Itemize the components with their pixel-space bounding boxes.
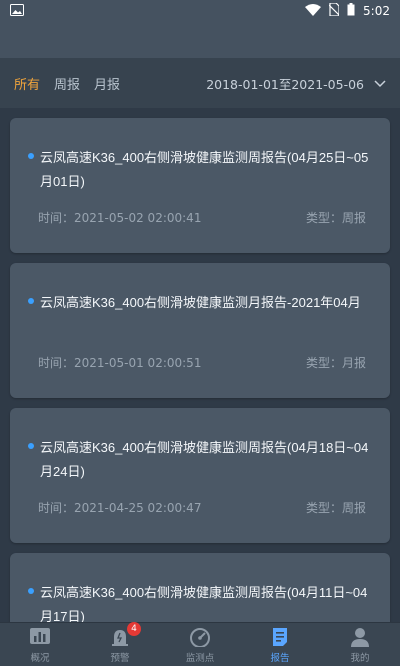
- no-sim-icon: [328, 2, 340, 19]
- bullet-dot-icon: [28, 298, 34, 304]
- report-title: 云凤高速K36_400右侧滑坡健康监测周报告(04月18日~04月24日): [40, 440, 369, 479]
- nav-item-reports[interactable]: 报告: [240, 626, 320, 664]
- alert-count-badge: 4: [127, 621, 141, 636]
- report-card[interactable]: 云凤高速K36_400右侧滑坡健康监测月报告-2021年04月 时间：2021-…: [10, 263, 390, 398]
- tab-all[interactable]: 所有: [14, 74, 40, 93]
- status-bar: 5:02: [0, 0, 400, 22]
- report-type: 类型：周报: [305, 211, 366, 225]
- report-time: 时间：2021-04-25 02:00:47: [38, 501, 202, 515]
- report-type: 类型：周报: [305, 501, 366, 515]
- nav-label: 预警: [110, 652, 130, 664]
- bullet-dot-icon: [28, 588, 34, 594]
- tab-weekly[interactable]: 周报: [54, 74, 80, 93]
- nav-label: 监测点: [185, 652, 215, 664]
- nav-label: 概况: [30, 652, 50, 664]
- report-card[interactable]: 云凤高速K36_400右侧滑坡健康监测周报告(04月18日~04月24日) 时间…: [10, 408, 390, 543]
- chevron-down-icon: [374, 76, 386, 91]
- tab-monthly[interactable]: 月报: [94, 74, 120, 93]
- nav-item-overview[interactable]: 概况: [0, 626, 80, 664]
- image-icon: [10, 3, 24, 19]
- report-title: 云凤高速K36_400右侧滑坡健康监测周报告(04月11日~04月17日): [40, 585, 368, 622]
- bullet-dot-icon: [28, 153, 34, 159]
- nav-label: 我的: [350, 652, 370, 664]
- report-icon: [269, 626, 291, 648]
- report-time: 时间：2021-05-02 02:00:41: [38, 211, 202, 225]
- report-list: 云凤高速K36_400右侧滑坡健康监测周报告(04月25日~05月01日) 时间…: [0, 108, 400, 622]
- report-card[interactable]: 云凤高速K36_400右侧滑坡健康监测周报告(04月25日~05月01日) 时间…: [10, 118, 390, 253]
- report-title: 云凤高速K36_400右侧滑坡健康监测月报告-2021年04月: [40, 295, 361, 310]
- status-time: 5:02: [363, 4, 390, 18]
- wifi-icon: [305, 3, 322, 19]
- alarm-icon: 4: [109, 621, 141, 648]
- date-range-selector[interactable]: 2018-01-01至2021-05-06: [206, 74, 386, 93]
- nav-item-alerts[interactable]: 4 预警: [80, 621, 160, 664]
- person-icon: [349, 626, 371, 648]
- report-title: 云凤高速K36_400右侧滑坡健康监测周报告(04月25日~05月01日): [40, 150, 369, 189]
- report-type: 类型：月报: [305, 356, 366, 370]
- nav-item-monitor-points[interactable]: 监测点: [160, 626, 240, 664]
- report-card[interactable]: 云凤高速K36_400右侧滑坡健康监测周报告(04月11日~04月17日): [10, 553, 390, 622]
- app-bar: [0, 22, 400, 58]
- bottom-nav: 概况 4 预警 监测点 报告 我的: [0, 621, 400, 666]
- date-range-text: 2018-01-01至2021-05-06: [206, 76, 364, 92]
- bullet-dot-icon: [28, 443, 34, 449]
- report-type-tabs: 所有 周报 月报: [14, 74, 120, 93]
- bar-chart-icon: [29, 626, 51, 648]
- report-time: 时间：2021-05-01 02:00:51: [38, 356, 202, 370]
- filter-bar: 所有 周报 月报 2018-01-01至2021-05-06: [0, 58, 400, 108]
- nav-item-profile[interactable]: 我的: [320, 626, 400, 664]
- nav-label: 报告: [270, 652, 290, 664]
- battery-icon: [347, 3, 355, 19]
- gauge-icon: [189, 626, 211, 648]
